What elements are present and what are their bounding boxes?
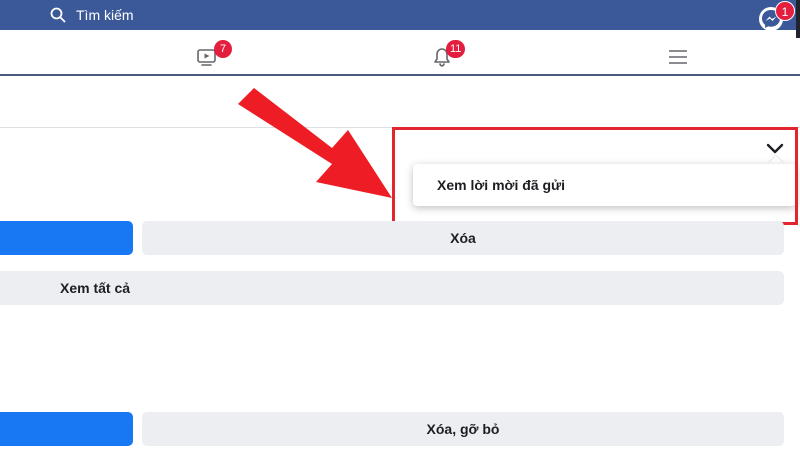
top-bar: Tìm kiếm 1	[0, 0, 800, 38]
delete-remove-button[interactable]: Xóa, gỡ bỏ	[142, 412, 784, 446]
notifications-badge: 11	[446, 40, 466, 58]
messenger-badge: 1	[775, 1, 795, 21]
menu-hamburger-icon[interactable]	[667, 46, 689, 68]
search-icon[interactable]	[50, 7, 66, 23]
search-input[interactable]: Tìm kiếm	[76, 7, 134, 23]
delete-button[interactable]: Xóa	[142, 221, 784, 255]
nav-row: 7 11	[0, 38, 800, 76]
app-frame: Tìm kiếm 1 7 11 Xem lời mời đã gửi Xóa X…	[0, 0, 800, 450]
highlight-box-annotation	[392, 127, 798, 225]
add-friend-button[interactable]	[0, 412, 133, 446]
watch-badge: 7	[214, 40, 232, 58]
red-arrow-annotation	[238, 88, 392, 198]
window-edge	[796, 0, 800, 38]
confirm-button[interactable]	[0, 221, 133, 255]
see-all-button[interactable]: Xem tất cả	[0, 271, 784, 305]
top-bar-gap	[0, 30, 800, 33]
top-bar-blue: Tìm kiếm	[0, 0, 796, 30]
